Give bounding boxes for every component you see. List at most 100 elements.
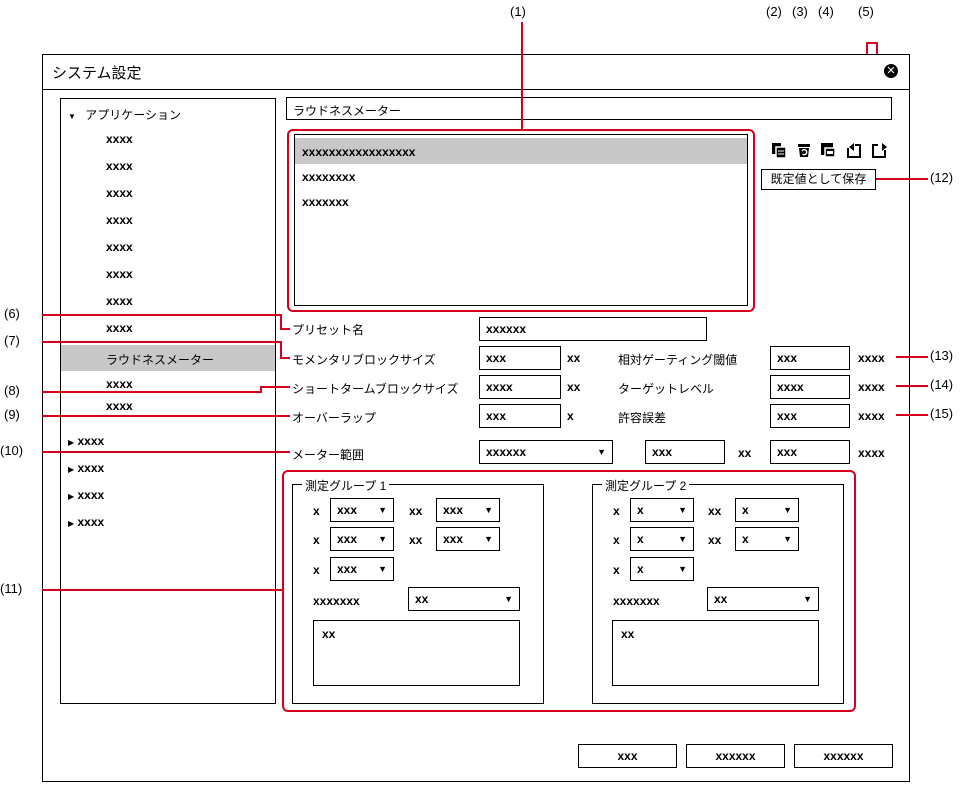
import-preset-icon[interactable] bbox=[846, 142, 862, 158]
chevron-down-icon: ▼ bbox=[484, 534, 493, 544]
group2-row3-label: x bbox=[613, 563, 620, 577]
callout-line-8-h bbox=[42, 391, 262, 393]
group1-row2-dropdown-a[interactable]: xxx ▼ bbox=[330, 527, 394, 551]
dropdown-value: xxx bbox=[443, 503, 464, 517]
dropdown-value: x bbox=[637, 532, 644, 546]
save-as-default-button[interactable]: 既定値として保存 bbox=[761, 169, 876, 190]
group1-row2-dropdown-b[interactable]: xxx ▼ bbox=[436, 527, 500, 551]
target-level-unit: xxxx bbox=[858, 380, 885, 394]
preset-list-item[interactable]: xxxxxxxxxxxxxxxxx bbox=[302, 145, 415, 159]
tolerance-input[interactable]: xxx bbox=[770, 404, 850, 428]
tree-item[interactable]: xxxx bbox=[106, 377, 133, 391]
group1-row1-dropdown-a[interactable]: xxx ▼ bbox=[330, 498, 394, 522]
preset-name-label: プリセット名 bbox=[292, 323, 365, 337]
callout-line-14 bbox=[896, 385, 928, 387]
group1-select-dropdown[interactable]: xx ▼ bbox=[408, 587, 520, 611]
dialog-button-2[interactable]: xxxxxx bbox=[686, 744, 785, 768]
section-header: ラウドネスメーター bbox=[286, 97, 892, 120]
tree-item[interactable]: xxxx bbox=[106, 159, 133, 173]
group1-row3-label: x bbox=[313, 563, 320, 577]
callout-line-6-h bbox=[42, 314, 282, 316]
callout-14: (14) bbox=[930, 377, 954, 392]
group1-row1-dropdown-b[interactable]: xxx ▼ bbox=[436, 498, 500, 522]
tree-item[interactable]: xxxx bbox=[106, 321, 133, 335]
group1-memo[interactable]: xx bbox=[313, 620, 520, 686]
tree-node-label: xxxx bbox=[77, 434, 105, 448]
target-level-input[interactable]: xxxx bbox=[770, 375, 850, 399]
tree-item-loudness-meter[interactable]: ラウドネスメーター bbox=[106, 351, 214, 368]
group2-row1-label: x bbox=[613, 504, 620, 518]
meter-range-min-input[interactable]: xxx bbox=[645, 440, 725, 464]
dropdown-value: x bbox=[742, 532, 749, 546]
callout-line-7-h bbox=[42, 341, 282, 343]
callout-line-6-end bbox=[280, 328, 290, 330]
dropdown-value: xx bbox=[714, 592, 728, 606]
tree-root-expanded[interactable]: ▼ アプリケーション bbox=[68, 106, 181, 123]
close-icon[interactable]: ✕ bbox=[884, 64, 898, 78]
preset-list-item[interactable]: xxxxxxxx bbox=[302, 170, 355, 184]
tree-node-collapsed[interactable]: ▶ xxxx bbox=[68, 488, 104, 502]
group2-row3-dropdown[interactable]: x ▼ bbox=[630, 557, 694, 581]
dropdown-value: xxx bbox=[337, 532, 358, 546]
group2-row2-dropdown-a[interactable]: x ▼ bbox=[630, 527, 694, 551]
shortterm-block-unit: xx bbox=[567, 380, 581, 394]
chevron-down-icon: ▼ bbox=[378, 505, 387, 515]
callout-line-13 bbox=[896, 356, 928, 358]
chevron-down-icon: ▼ bbox=[378, 534, 387, 544]
copy-preset-icon[interactable] bbox=[771, 142, 787, 158]
group2-row2-dropdown-b[interactable]: x ▼ bbox=[735, 527, 799, 551]
tree-item[interactable]: xxxx bbox=[106, 186, 133, 200]
tree-item[interactable]: xxxx bbox=[106, 294, 133, 308]
meter-range-label: メーター範囲 bbox=[292, 448, 365, 462]
callout-line-7-v bbox=[280, 341, 282, 358]
tree-root-label: アプリケーション bbox=[85, 108, 182, 122]
tree-item[interactable]: xxxx bbox=[106, 132, 133, 146]
tree-item[interactable]: xxxx bbox=[106, 240, 133, 254]
group1-row3-dropdown[interactable]: xxx ▼ bbox=[330, 557, 394, 581]
momentary-block-label: モメンタリブロックサイズ bbox=[292, 353, 436, 367]
tree-node-collapsed[interactable]: ▶ xxxx bbox=[68, 461, 104, 475]
dropdown-value: xx bbox=[415, 592, 429, 606]
chevron-down-icon: ▼ bbox=[378, 564, 387, 574]
chevron-down-icon: ▼ bbox=[597, 447, 606, 457]
group2-row1-dropdown-b[interactable]: x ▼ bbox=[735, 498, 799, 522]
callout-line-7-end bbox=[280, 357, 290, 359]
chevron-down-icon: ▼ bbox=[678, 505, 687, 515]
group2-row1-dropdown-a[interactable]: x ▼ bbox=[630, 498, 694, 522]
callout-line-11 bbox=[42, 589, 282, 591]
group1-select-label: xxxxxxx bbox=[313, 594, 360, 608]
chevron-down-icon: ▼ bbox=[783, 505, 792, 515]
dropdown-value: xxx bbox=[443, 532, 464, 546]
delete-preset-icon[interactable] bbox=[796, 142, 812, 158]
group2-memo[interactable]: xx bbox=[612, 620, 819, 686]
shortterm-block-input[interactable]: xxxx bbox=[479, 375, 561, 399]
meter-range-value: xxxxxx bbox=[486, 445, 527, 459]
gating-threshold-input[interactable]: xxx bbox=[770, 346, 850, 370]
group2-select-dropdown[interactable]: xx ▼ bbox=[707, 587, 819, 611]
tree-node-label: xxxx bbox=[77, 461, 105, 475]
preset-name-input[interactable]: xxxxxx bbox=[479, 317, 707, 341]
overwrite-preset-icon[interactable] bbox=[820, 142, 836, 158]
measurement-group-1-title: 測定グループ 1 bbox=[302, 477, 390, 494]
dialog-button-1[interactable]: xxx bbox=[578, 744, 677, 768]
group2-row1-label-b: xx bbox=[708, 504, 722, 518]
measurement-group-2-title: 測定グループ 2 bbox=[602, 477, 690, 494]
group1-row1-label: x bbox=[313, 504, 320, 518]
tree-node-collapsed[interactable]: ▶ xxxx bbox=[68, 515, 104, 529]
tree-node-collapsed[interactable]: ▶ xxxx bbox=[68, 434, 104, 448]
overlap-input[interactable]: xxx bbox=[479, 404, 561, 428]
meter-range-max-unit: xxxx bbox=[858, 446, 885, 460]
tree-item[interactable]: xxxx bbox=[106, 267, 133, 281]
callout-4: (4) bbox=[818, 4, 834, 19]
tree-item[interactable]: xxxx bbox=[106, 213, 133, 227]
dialog-button-3[interactable]: xxxxxx bbox=[794, 744, 893, 768]
momentary-block-input[interactable]: xxx bbox=[479, 346, 561, 370]
callout-13: (13) bbox=[930, 348, 954, 363]
group2-select-label: xxxxxxx bbox=[613, 594, 660, 608]
meter-range-max-input[interactable]: xxx bbox=[770, 440, 850, 464]
meter-range-dropdown[interactable]: xxxxxx ▼ bbox=[479, 440, 613, 464]
callout-line-5-left bbox=[866, 42, 868, 54]
preset-list-item[interactable]: xxxxxxx bbox=[302, 195, 349, 209]
export-preset-icon[interactable] bbox=[871, 142, 887, 158]
tree-item[interactable]: xxxx bbox=[106, 399, 133, 413]
